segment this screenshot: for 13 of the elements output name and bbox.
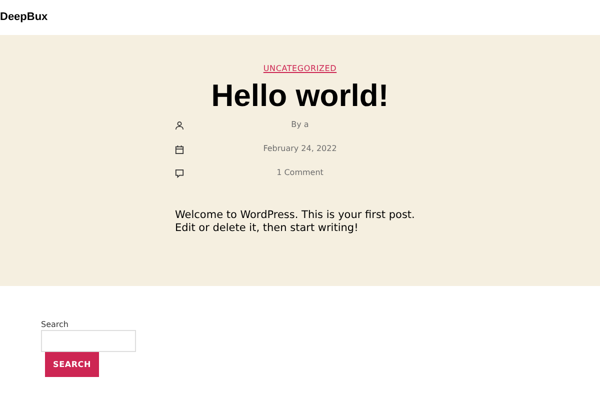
post-date: February 24, 2022 — [263, 143, 337, 155]
category-link[interactable]: UNCATEGORIZED — [263, 63, 337, 75]
site-title[interactable]: DeepBux — [0, 9, 48, 26]
search-label: Search — [41, 320, 70, 330]
comment-icon — [175, 168, 184, 178]
search-field[interactable] — [41, 330, 136, 352]
author-link[interactable]: By a — [291, 119, 309, 131]
post-body: Welcome to WordPress. This is your first post. Edit or delete it, then start writing! — [175, 209, 416, 235]
comments-link[interactable]: 1 Comment — [276, 167, 324, 179]
person-icon — [175, 120, 184, 130]
post-title: Hello world! — [211, 78, 389, 114]
calendar-icon — [175, 144, 184, 154]
search-button[interactable]: SEARCH — [45, 352, 99, 377]
